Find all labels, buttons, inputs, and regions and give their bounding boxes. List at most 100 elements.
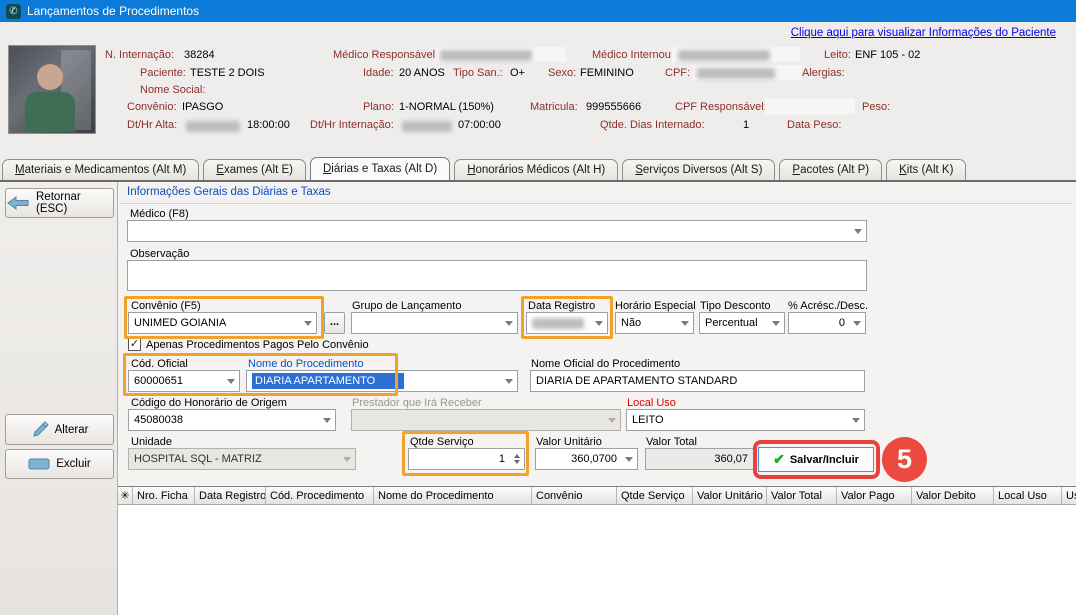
cod-oficial-value: 60000651 bbox=[134, 375, 223, 387]
cod-oficial-combo[interactable]: 60000651 bbox=[128, 370, 240, 392]
chevron-down-icon[interactable] bbox=[300, 313, 316, 333]
col-data-registro[interactable]: Data Registro bbox=[195, 487, 266, 504]
local-uso-combo[interactable]: LEITO bbox=[626, 409, 865, 431]
chevron-down-icon[interactable] bbox=[501, 371, 517, 391]
prestador-label: Prestador que Irá Receber bbox=[352, 397, 482, 409]
chevron-down-icon bbox=[339, 449, 355, 469]
title-bar: ✆ Lançamentos de Procedimentos bbox=[0, 0, 1076, 22]
data-peso-label: Data Peso: bbox=[787, 119, 841, 131]
matricula-label: Matricula: bbox=[530, 101, 578, 113]
local-uso-value: LEITO bbox=[632, 414, 848, 426]
horario-especial-combo[interactable]: Não bbox=[615, 312, 694, 334]
retornar-button[interactable]: Retornar (ESC) bbox=[5, 188, 114, 218]
tab-kits[interactable]: Kits (Alt K) bbox=[886, 159, 966, 180]
alterar-label: Alterar bbox=[55, 424, 89, 436]
col-valor-debito[interactable]: Valor Debito bbox=[912, 487, 994, 504]
col-cod-procedimento[interactable]: Cód. Procedimento bbox=[266, 487, 374, 504]
col-valor-pago[interactable]: Valor Pago bbox=[837, 487, 912, 504]
col-valor-total[interactable]: Valor Total bbox=[767, 487, 837, 504]
patient-info-link[interactable]: Clique aqui para visualizar Informações … bbox=[791, 27, 1056, 39]
chevron-down-icon[interactable] bbox=[768, 313, 784, 333]
plano-label: Plano: bbox=[363, 101, 394, 113]
col-convenio[interactable]: Convênio bbox=[532, 487, 617, 504]
nome-procedimento-label: Nome do Procedimento bbox=[248, 358, 364, 370]
step-5-badge: 5 bbox=[882, 437, 927, 482]
medico-responsavel-value-redacted bbox=[440, 50, 532, 61]
tab-materiais-medicamentos[interactable]: Materiais e Medicamentos (Alt M) bbox=[2, 159, 199, 180]
qtde-servico-label: Qtde Serviço bbox=[410, 436, 474, 448]
horario-especial-label: Horário Especial bbox=[615, 300, 696, 312]
salvar-incluir-button[interactable]: ✔ Salvar/Incluir bbox=[758, 447, 874, 472]
app-icon: ✆ bbox=[6, 4, 21, 19]
cod-honorario-combo[interactable]: 45080038 bbox=[128, 409, 336, 431]
sexo-label: Sexo: bbox=[548, 67, 576, 79]
dthr-alta-time: 18:00:00 bbox=[247, 119, 290, 131]
nome-procedimento-combo[interactable]: DIARIA APARTAMENTO bbox=[246, 370, 518, 392]
alterar-button[interactable]: Alterar bbox=[5, 414, 114, 445]
paciente-label: Paciente: bbox=[140, 67, 186, 79]
nome-social-label: Nome Social: bbox=[140, 84, 205, 96]
convenio-combo[interactable]: UNIMED GOIANIA bbox=[128, 312, 317, 334]
horario-especial-value: Não bbox=[621, 317, 677, 329]
col-nome-procedimento[interactable]: Nome do Procedimento bbox=[374, 487, 532, 504]
tipo-desconto-value: Percentual bbox=[705, 317, 768, 329]
chevron-down-icon[interactable] bbox=[850, 221, 866, 241]
medico-combo[interactable] bbox=[127, 220, 867, 242]
col-qtde-servico[interactable]: Qtde Serviço bbox=[617, 487, 693, 504]
col-usuario[interactable]: Usuário bbox=[1062, 487, 1076, 504]
col-local-uso[interactable]: Local Uso bbox=[994, 487, 1062, 504]
acresc-desc-label: % Acrésc./Desc. bbox=[788, 300, 868, 312]
arrow-left-icon bbox=[6, 196, 30, 210]
unidade-value: HOSPITAL SQL - MATRIZ bbox=[134, 453, 339, 465]
leito-label: Leito: bbox=[824, 49, 851, 61]
paciente-value: TESTE 2 DOIS bbox=[190, 67, 265, 79]
chevron-down-icon[interactable] bbox=[621, 449, 637, 469]
tab-honorarios-medicos[interactable]: Honorários Médicos (Alt H) bbox=[454, 159, 618, 180]
valor-total-label: Valor Total bbox=[646, 436, 697, 448]
cod-oficial-label: Cód. Oficial bbox=[131, 358, 188, 370]
salvar-incluir-label: Salvar/Incluir bbox=[790, 454, 859, 466]
tab-diarias-taxas[interactable]: Diárias e Taxas (Alt D) bbox=[310, 157, 450, 180]
nome-oficial-input[interactable]: DIARIA DE APARTAMENTO STANDARD bbox=[530, 370, 865, 392]
qtde-servico-stepper[interactable]: 1 bbox=[408, 448, 525, 470]
acresc-desc-combo[interactable]: 0 bbox=[788, 312, 866, 334]
excluir-button[interactable]: Excluir bbox=[5, 449, 114, 479]
procedure-entry-window: ✆ Lançamentos de Procedimentos Clique aq… bbox=[0, 0, 1076, 615]
tab-label: Kits (Alt K) bbox=[899, 164, 953, 176]
convenio-header-label: Convênio: bbox=[127, 101, 177, 113]
chevron-down-icon[interactable] bbox=[591, 313, 607, 333]
observacao-input[interactable] bbox=[127, 260, 867, 291]
results-grid-body[interactable] bbox=[118, 505, 1076, 615]
nome-oficial-value: DIARIA DE APARTAMENTO STANDARD bbox=[536, 375, 864, 387]
chevron-down-icon[interactable] bbox=[848, 410, 864, 430]
grupo-lancamento-combo[interactable] bbox=[351, 312, 518, 334]
chevron-down-icon[interactable] bbox=[319, 410, 335, 430]
convenio-browse-button[interactable]: ... bbox=[324, 312, 345, 334]
chevron-down-icon[interactable] bbox=[849, 313, 865, 333]
pencil-icon bbox=[31, 421, 49, 439]
unidade-combo: HOSPITAL SQL - MATRIZ bbox=[128, 448, 356, 470]
col-valor-unitario[interactable]: Valor Unitário bbox=[693, 487, 767, 504]
valor-total-field: 360,07 bbox=[645, 448, 755, 470]
valor-unitario-combo[interactable]: 360,0700 bbox=[535, 448, 638, 470]
n-internacao-label: N. Internação: bbox=[105, 49, 174, 61]
col-nro-ficha[interactable]: Nro. Ficha bbox=[133, 487, 195, 504]
tab-exames[interactable]: Exames (Alt E) bbox=[203, 159, 306, 180]
retornar-label: Retornar (ESC) bbox=[36, 191, 113, 215]
nome-oficial-label: Nome Oficial do Procedimento bbox=[531, 358, 680, 370]
tab-pacotes[interactable]: Pacotes (Alt P) bbox=[779, 159, 882, 180]
spinner-arrows-icon[interactable] bbox=[509, 449, 524, 469]
tipo-desconto-combo[interactable]: Percentual bbox=[699, 312, 785, 334]
prestador-combo bbox=[351, 409, 621, 431]
apenas-procedimentos-checkbox[interactable]: ✓ bbox=[128, 338, 141, 351]
tab-label: Materiais e Medicamentos (Alt M) bbox=[15, 164, 186, 176]
tab-label: Serviços Diversos (Alt S) bbox=[635, 164, 762, 176]
results-grid-header: ✳ Nro. Ficha Data Registro Cód. Procedim… bbox=[118, 486, 1076, 505]
chevron-down-icon[interactable] bbox=[501, 313, 517, 333]
dthr-internacao-label: Dt/Hr Internação: bbox=[310, 119, 394, 131]
leito-value: ENF 105 - 02 bbox=[855, 49, 920, 61]
chevron-down-icon[interactable] bbox=[677, 313, 693, 333]
tab-servicos-diversos[interactable]: Serviços Diversos (Alt S) bbox=[622, 159, 775, 180]
data-registro-combo[interactable] bbox=[526, 312, 608, 334]
chevron-down-icon[interactable] bbox=[223, 371, 239, 391]
